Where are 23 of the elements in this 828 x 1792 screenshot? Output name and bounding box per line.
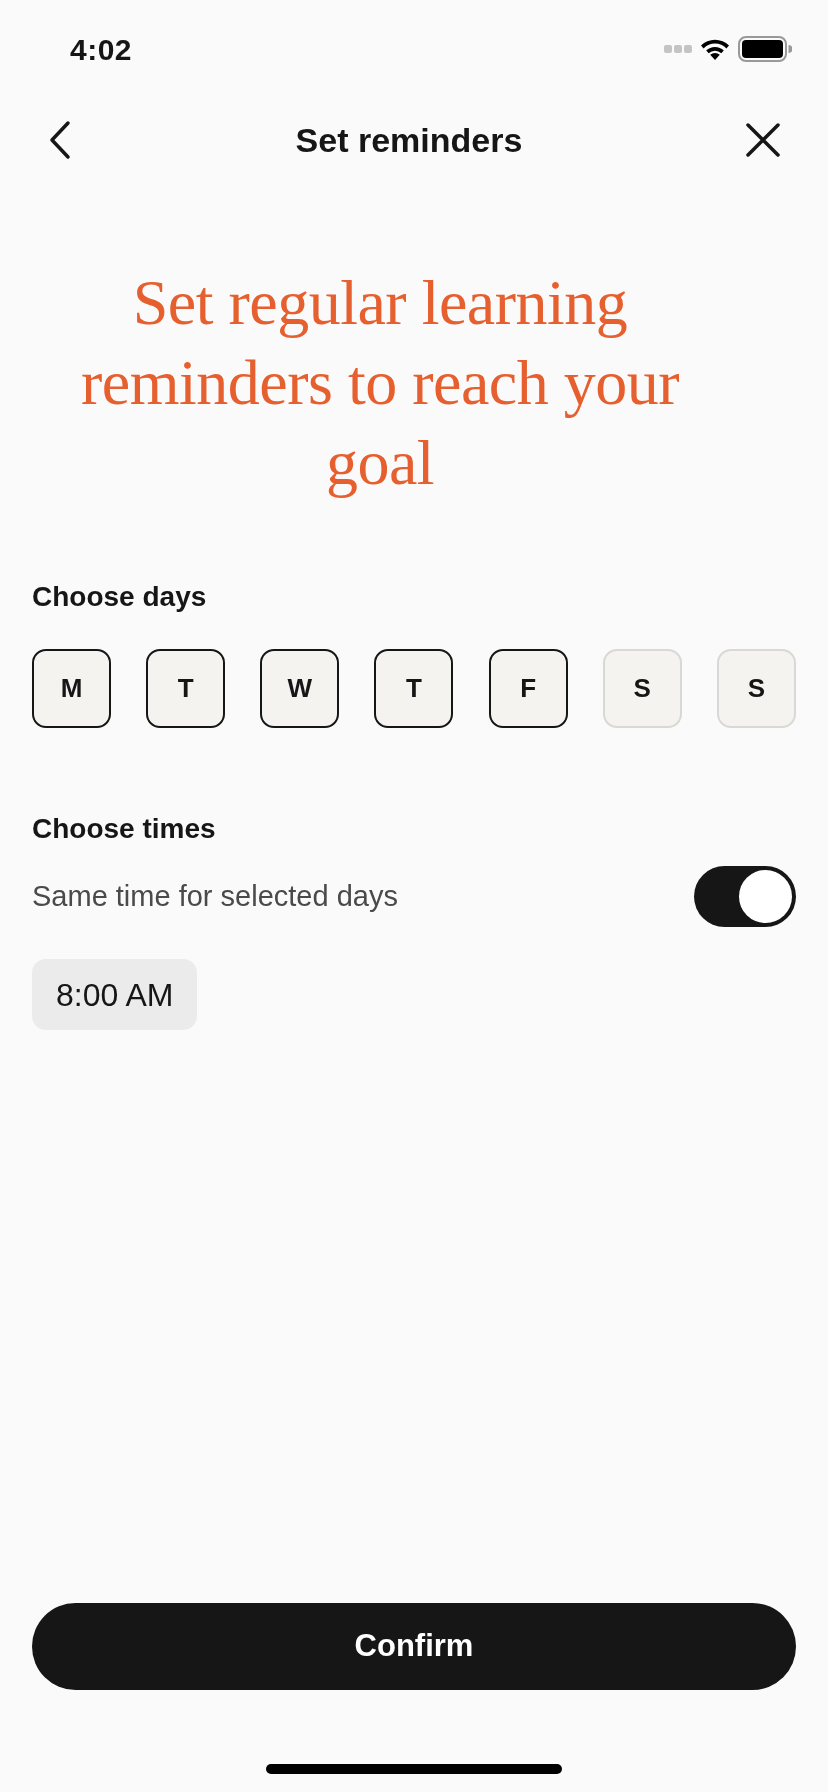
confirm-button[interactable]: Confirm xyxy=(32,1603,796,1690)
day-toggle[interactable]: F xyxy=(488,649,568,728)
toggle-switch[interactable] xyxy=(694,866,796,927)
chevron-left-icon xyxy=(48,120,72,160)
day-toggle[interactable]: T xyxy=(146,649,226,728)
day-toggle[interactable]: S xyxy=(716,649,796,728)
screen-title: Set reminders xyxy=(295,119,523,161)
day-toggle[interactable]: S xyxy=(602,649,682,728)
wifi-icon xyxy=(700,38,730,60)
headline: Set regular learning reminders to reach your goal xyxy=(80,266,680,500)
section-title: Choose days xyxy=(32,580,207,614)
day-toggle[interactable]: T xyxy=(374,649,454,728)
status-time: 4:02 xyxy=(70,31,133,68)
time-chip[interactable]: 8:00 AM xyxy=(32,959,198,1030)
day-toggle[interactable]: W xyxy=(260,649,340,728)
day-toggle[interactable]: M xyxy=(32,649,111,728)
battery-icon xyxy=(738,36,792,62)
section-title: Choose times xyxy=(32,812,216,846)
signal-icon xyxy=(664,45,692,53)
close-button[interactable] xyxy=(746,123,780,157)
close-icon xyxy=(746,123,780,157)
setting-label: Same time for selected days xyxy=(32,878,398,914)
back-button[interactable] xyxy=(48,120,72,160)
